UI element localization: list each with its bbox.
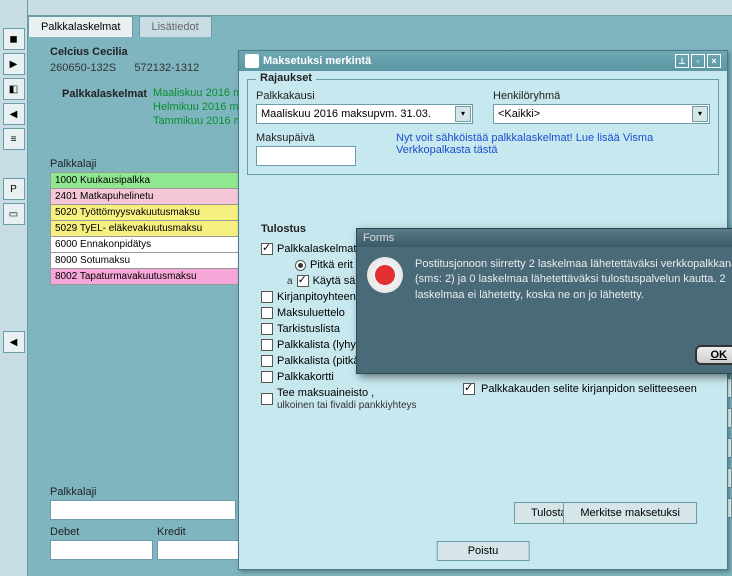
merkitse-button[interactable]: Merkitse maksetuksi — [563, 502, 697, 524]
lbl: Maksuluettelo — [277, 307, 345, 319]
chk-tarkistus[interactable] — [261, 323, 273, 335]
label-maksupaiva: Maksupäivä — [256, 132, 376, 144]
lbl-selite: Palkkakauden selite kirjanpidon selittee… — [481, 383, 697, 395]
rajaukset-legend: Rajaukset — [256, 72, 316, 84]
input-debet[interactable] — [50, 540, 153, 560]
label-henkiloryhma: Henkilöryhmä — [493, 90, 710, 102]
tool-btn-8[interactable]: ◀ — [3, 331, 25, 353]
input-palkkalaji[interactable] — [50, 500, 236, 520]
ok-button[interactable]: OK — [695, 345, 732, 365]
selite-row: Palkkakauden selite kirjanpidon selittee… — [463, 383, 697, 395]
forms-popup: Forms × Postitusjonoon siirretty 2 laske… — [356, 228, 732, 374]
lbl: Palkkakortti — [277, 371, 334, 383]
lbl: Palkkalaskelmat — [277, 243, 356, 255]
employee-ssn: 260650-132S — [50, 62, 116, 74]
palkkalaji-row[interactable]: 8002 Tapaturmavakuutusmaksu — [50, 268, 255, 285]
chk-tee[interactable] — [261, 393, 273, 405]
chk-palkkalista-l[interactable] — [261, 339, 273, 351]
dialog-icon — [245, 54, 259, 68]
palkkalaji-panel: Palkkalaji 1000 Kuukausipalkka2401 Matka… — [50, 158, 255, 284]
employee-code: 572132-1312 — [134, 62, 199, 74]
input-maksupaiva[interactable] — [256, 146, 356, 166]
tool-btn-2[interactable]: ▶ — [3, 53, 25, 75]
lbl-tee-wrap: Tee maksuaineisto , ulkoinen tai fivaldi… — [277, 387, 417, 411]
chk-palkkakortti[interactable] — [261, 371, 273, 383]
palkkalaji-row[interactable]: 6000 Ennakonpidätys — [50, 236, 255, 253]
chk-palkkalaskelmat[interactable] — [261, 243, 273, 255]
forms-titlebar[interactable]: Forms × — [357, 229, 732, 247]
label-palkkakausi: Palkkakausi — [256, 90, 473, 102]
lbl: Pitkä erit — [310, 259, 353, 271]
chk-kayta[interactable] — [297, 275, 309, 287]
tool-btn-3[interactable]: ◧ — [3, 78, 25, 100]
period-list: Maaliskuu 2016 m Helmikuu 2016 ma Tammik… — [153, 86, 245, 128]
verkkopalkka-link[interactable]: Nyt voit sähköistää palkkalaskelmat! Lue… — [396, 132, 710, 156]
tool-btn-5[interactable]: ≡ — [3, 128, 25, 150]
employee-name: Celcius Cecilia — [50, 46, 255, 58]
period-item[interactable]: Helmikuu 2016 ma — [153, 100, 245, 114]
dialog-title: Maksetuksi merkintä — [263, 55, 371, 67]
poistu-button[interactable]: Poistu — [437, 541, 530, 561]
palkkalaji-row[interactable]: 1000 Kuukausipalkka — [50, 172, 255, 189]
palkkalaji-row[interactable]: 8000 Sotumaksu — [50, 252, 255, 269]
palkkalaji-row[interactable]: 2401 Matkapuhelinetu — [50, 188, 255, 205]
palkkalaji-row[interactable]: 5020 Työttömyysvakuutusmaksu — [50, 204, 255, 221]
close-button[interactable]: × — [707, 54, 721, 68]
tool-btn-p[interactable]: P — [3, 178, 25, 200]
combo-palkkakausi[interactable]: Maaliskuu 2016 maksupvm. 31.03. ▾ — [256, 104, 473, 124]
radio-pitka[interactable] — [295, 260, 306, 271]
employee-info: Celcius Cecilia 260650-132S 572132-1312 — [50, 46, 255, 74]
combo-henkiloryhma[interactable]: <Kaikki> ▾ — [493, 104, 710, 124]
forms-message: Postitusjonoon siirretty 2 laskelmaa läh… — [415, 257, 732, 303]
rajaukset-fieldset: Rajaukset Palkkakausi Maaliskuu 2016 mak… — [247, 79, 719, 175]
chk-maksuluettelo[interactable] — [261, 307, 273, 319]
chk-selite[interactable] — [463, 383, 475, 395]
forms-title: Forms — [363, 232, 394, 244]
main-tabs: Palkkalaskelmat Lisätiedot — [28, 16, 732, 38]
palkkalaskelmat-label: Palkkalaskelmat — [62, 88, 147, 100]
chk-kirjanpito[interactable] — [261, 291, 273, 303]
chk-palkkalista-p[interactable] — [261, 355, 273, 367]
tool-btn-7[interactable]: ▭ — [3, 203, 25, 225]
alert-icon — [367, 257, 403, 293]
palkkalaji-header: Palkkalaji — [50, 158, 255, 170]
combo-henkiloryhma-value: <Kaikki> — [498, 108, 540, 120]
a-prefix: a — [287, 276, 293, 287]
period-item[interactable]: Tammikuu 2016 m — [153, 114, 245, 128]
lbl: Palkkalista (lyhyt) — [277, 339, 363, 351]
lbl: Tarkistuslista — [277, 323, 340, 335]
tool-btn-1[interactable]: ◼ — [3, 28, 25, 50]
dialog-titlebar[interactable]: Maksetuksi merkintä ⟂ ▫ × — [239, 51, 727, 71]
chevron-down-icon[interactable]: ▾ — [455, 106, 471, 122]
lbl: Käytä säh — [313, 275, 362, 287]
combo-palkkakausi-value: Maaliskuu 2016 maksupvm. 31.03. — [261, 108, 431, 120]
pin-button[interactable]: ⟂ — [675, 54, 689, 68]
tab-lisatiedot[interactable]: Lisätiedot — [139, 16, 212, 37]
chevron-down-icon[interactable]: ▾ — [692, 106, 708, 122]
lbl: Tee maksuaineisto , — [277, 387, 374, 399]
top-area — [28, 0, 732, 16]
palkkalaji-row[interactable]: 5029 TyEL- eläkevakuutusmaksu — [50, 220, 255, 237]
bottom-fields: Palkkalaji M ± Debet Kredit — [50, 486, 260, 566]
max-button[interactable]: ▫ — [691, 54, 705, 68]
tab-palkkalaskelmat[interactable]: Palkkalaskelmat — [28, 16, 133, 37]
lbl: ulkoinen tai fivaldi pankkiyhteys — [277, 400, 417, 411]
tool-btn-4[interactable]: ◀ — [3, 103, 25, 125]
label-palkkalaji: Palkkalaji — [50, 486, 236, 498]
lbl: Palkkalista (pitkä) — [277, 355, 363, 367]
period-item[interactable]: Maaliskuu 2016 m — [153, 86, 245, 100]
left-toolbar: ◼ ▶ ◧ ◀ ≡ P ▭ ◀ — [0, 0, 28, 576]
label-debet: Debet — [50, 526, 153, 538]
